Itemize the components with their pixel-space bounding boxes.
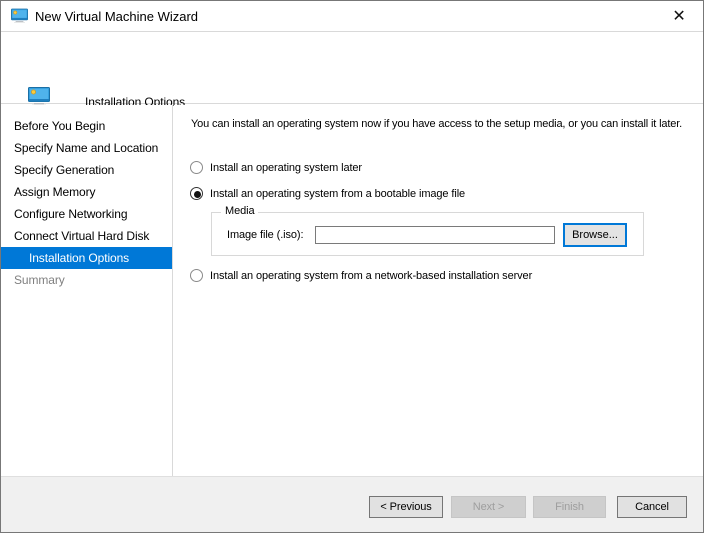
radio-label: Install an operating system later	[210, 162, 362, 174]
radio-circle-icon-checked[interactable]	[190, 187, 203, 200]
vm-monitor-icon	[11, 8, 28, 24]
cancel-button[interactable]: Cancel	[617, 496, 687, 518]
radio-circle-icon[interactable]	[190, 161, 203, 174]
browse-button[interactable]: Browse...	[563, 223, 627, 247]
window-title: New Virtual Machine Wizard	[35, 9, 198, 24]
image-file-label: Image file (.iso):	[227, 229, 303, 241]
page-content: You can install an operating system now …	[174, 105, 704, 476]
radio-circle-icon[interactable]	[190, 269, 203, 282]
step-summary: Summary	[1, 269, 172, 291]
media-groupbox: Media Image file (.iso): Browse...	[211, 212, 644, 256]
step-specify-generation: Specify Generation	[1, 159, 172, 181]
new-vm-wizard-window: New Virtual Machine Wizard ✕ Installatio…	[0, 0, 704, 533]
step-assign-memory: Assign Memory	[1, 181, 172, 203]
radio-label: Install an operating system from a boota…	[210, 188, 465, 200]
image-file-input[interactable]	[315, 226, 555, 244]
next-button: Next >	[451, 496, 526, 518]
wizard-steps-sidebar: Before You Begin Specify Name and Locati…	[1, 105, 173, 476]
finish-button: Finish	[533, 496, 606, 518]
wizard-header: Installation Options	[1, 33, 703, 104]
step-installation-options-current: Installation Options	[1, 247, 172, 269]
title-bar: New Virtual Machine Wizard ✕	[1, 1, 703, 32]
step-connect-virtual-hard-disk: Connect Virtual Hard Disk	[1, 225, 172, 247]
step-before-you-begin: Before You Begin	[1, 115, 172, 137]
step-configure-networking: Configure Networking	[1, 203, 172, 225]
footer-bar: < Previous Next > Finish Cancel	[1, 476, 703, 533]
close-icon[interactable]: ✕	[667, 5, 691, 29]
media-group-title: Media	[221, 205, 258, 217]
radio-label: Install an operating system from a netwo…	[210, 270, 532, 282]
previous-button[interactable]: < Previous	[369, 496, 443, 518]
radio-install-later[interactable]: Install an operating system later	[190, 160, 362, 175]
radio-install-from-network[interactable]: Install an operating system from a netwo…	[190, 268, 532, 283]
intro-text: You can install an operating system now …	[191, 117, 697, 132]
radio-install-from-image[interactable]: Install an operating system from a boota…	[190, 186, 465, 201]
step-specify-name-and-location: Specify Name and Location	[1, 137, 172, 159]
